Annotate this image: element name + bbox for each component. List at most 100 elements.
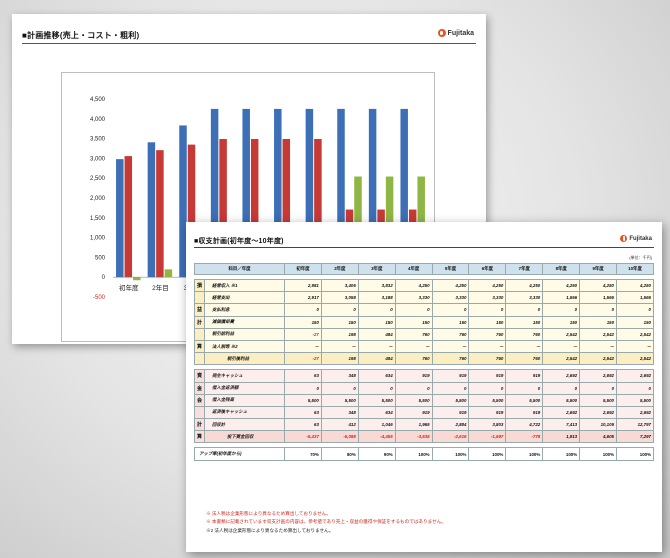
table-row: 計減価償却費 150 150 150 150 150 150 150 150 150 150 <box>194 315 654 329</box>
value-cell: 150 <box>320 315 359 329</box>
growth-rate-cell: 100% <box>542 447 581 461</box>
value-cell: 348 <box>320 405 359 420</box>
value-cell: 0 <box>431 303 470 317</box>
section-category-char <box>194 405 205 420</box>
value-cell: 634 <box>357 405 396 420</box>
value-cell: -4,455 <box>357 430 396 444</box>
value-cell: 198 <box>320 327 359 341</box>
row-label: 経常収入 ※1 <box>204 278 285 293</box>
logo-mark-icon <box>437 29 446 37</box>
y-tick-label: -500 <box>93 295 106 301</box>
value-cell: 3,330 <box>394 291 433 305</box>
growth-rate-label: アップ率(初年度から) <box>194 447 285 461</box>
value-cell: 919 <box>394 369 433 383</box>
y-tick-label: 1,500 <box>90 216 106 222</box>
value-cell: 919 <box>505 369 544 383</box>
value-cell: 412 <box>320 418 359 432</box>
value-cell: 12,797 <box>616 418 654 432</box>
value-cell: 0 <box>357 381 396 395</box>
chart-slide-title: ■計画推移(売上・コスト・粗利) <box>22 31 140 40</box>
value-cell: － <box>542 339 581 354</box>
value-cell: -2,616 <box>431 430 470 444</box>
value-cell: 150 <box>468 315 507 329</box>
value-cell: 198 <box>320 352 359 366</box>
section-category-char <box>194 291 205 305</box>
section-category-char <box>194 327 205 341</box>
value-cell: 0 <box>616 303 654 317</box>
value-cell: 4,250 <box>394 278 433 293</box>
value-cell: 2,692 <box>579 405 618 420</box>
bar-series-2 <box>156 150 164 278</box>
growth-rate-cell: 100% <box>616 447 654 461</box>
table-row: 益支払利息 0 0 0 0 0 0 0 0 0 0 <box>194 303 654 317</box>
value-cell: 760 <box>431 327 470 341</box>
value-cell: -778 <box>505 430 544 444</box>
value-cell: 10,105 <box>579 418 618 432</box>
value-cell: － <box>579 339 618 354</box>
value-cell: 0 <box>505 381 544 395</box>
section-category-char: 計 <box>194 315 205 329</box>
value-cell: 150 <box>616 315 654 329</box>
y-tick-label: 4,500 <box>90 97 106 103</box>
value-cell: 0 <box>320 303 359 317</box>
row-label: 税引後利益 <box>204 352 285 366</box>
table-row: 算投下資金回収 -5,437 -5,088 -4,455 -3,535 -2,616 -1,… <box>194 430 654 444</box>
value-cell: 0 <box>357 303 396 317</box>
value-cell: 5,500 <box>579 393 618 407</box>
value-cell: -3,535 <box>394 430 433 444</box>
title-rule <box>194 247 654 248</box>
value-cell: 2,692 <box>616 405 654 420</box>
row-label: 減価償却費 <box>204 315 285 329</box>
value-cell: 150 <box>357 315 396 329</box>
table-row: 税引前利益 -27 198 484 760 760 760 760 2,542 2,542 2,54… <box>194 327 654 341</box>
y-tick-label: 500 <box>95 255 106 261</box>
value-cell: -5,437 <box>284 430 322 444</box>
table-row: 計回収計 63 412 1,046 1,965 2,884 3,803 4,722 7,413 1… <box>194 418 654 432</box>
value-cell: -27 <box>284 327 322 341</box>
value-cell: 3,406 <box>320 278 359 293</box>
value-cell: 7,297 <box>616 430 654 444</box>
growth-rate-cell: 100% <box>579 447 618 461</box>
value-cell: 760 <box>505 327 544 341</box>
y-tick-label: 4,000 <box>90 117 106 123</box>
growth-rate-row: アップ率(初年度から) 70% 80% 90% 100% 100% 100% 100% 100%… <box>194 447 654 461</box>
value-cell: -5,088 <box>320 430 359 444</box>
footnotes: ※ 法人税は企業形態により異なるため算出しておりません。 ※ 本書類に記載されてい… <box>206 510 446 535</box>
value-cell: 760 <box>505 352 544 366</box>
value-cell: － <box>468 339 507 354</box>
value-cell: 1,046 <box>357 418 396 432</box>
x-category-label: 初年度 <box>119 283 139 292</box>
column-header: 8年度 <box>542 263 581 275</box>
value-cell: 150 <box>284 315 322 329</box>
value-cell: 2,692 <box>616 369 654 383</box>
value-cell: 0 <box>284 303 322 317</box>
value-cell: 150 <box>542 315 581 329</box>
value-cell: 0 <box>468 381 507 395</box>
row-label: 借入金返済額 <box>204 381 285 395</box>
y-tick-label: 1,000 <box>90 236 106 242</box>
row-label: 回収計 <box>204 418 285 432</box>
value-cell: 5,500 <box>394 393 433 407</box>
bar-series-1 <box>116 159 124 278</box>
row-label: 支払利息 <box>204 303 285 317</box>
value-cell: 0 <box>542 303 581 317</box>
column-header: 初年度 <box>284 263 322 275</box>
value-cell: 2,542 <box>616 327 654 341</box>
section-category-char: 計 <box>194 418 205 432</box>
value-cell: 150 <box>505 315 544 329</box>
value-cell: 5,500 <box>431 393 470 407</box>
value-cell: 1,913 <box>542 430 581 444</box>
y-tick-label: 3,500 <box>90 137 106 143</box>
value-cell: － <box>320 339 359 354</box>
table-row: 算法人税等 ※2 －－－－－－－－－－ <box>194 339 654 354</box>
value-cell: 484 <box>357 352 396 366</box>
title-rule <box>22 43 476 44</box>
value-cell: 4,722 <box>505 418 544 432</box>
value-cell: 919 <box>468 405 507 420</box>
growth-rate-cell: 90% <box>357 447 396 461</box>
value-cell: 760 <box>431 352 470 366</box>
column-header: 10年度 <box>616 263 654 275</box>
value-cell: 3,058 <box>320 291 359 305</box>
table-slide: ■収支計画(初年度〜10年度) Fujitaka (単位：千円) 科目／年度 初… <box>186 222 662 552</box>
table-unit-label: (単位：千円) <box>629 255 652 260</box>
